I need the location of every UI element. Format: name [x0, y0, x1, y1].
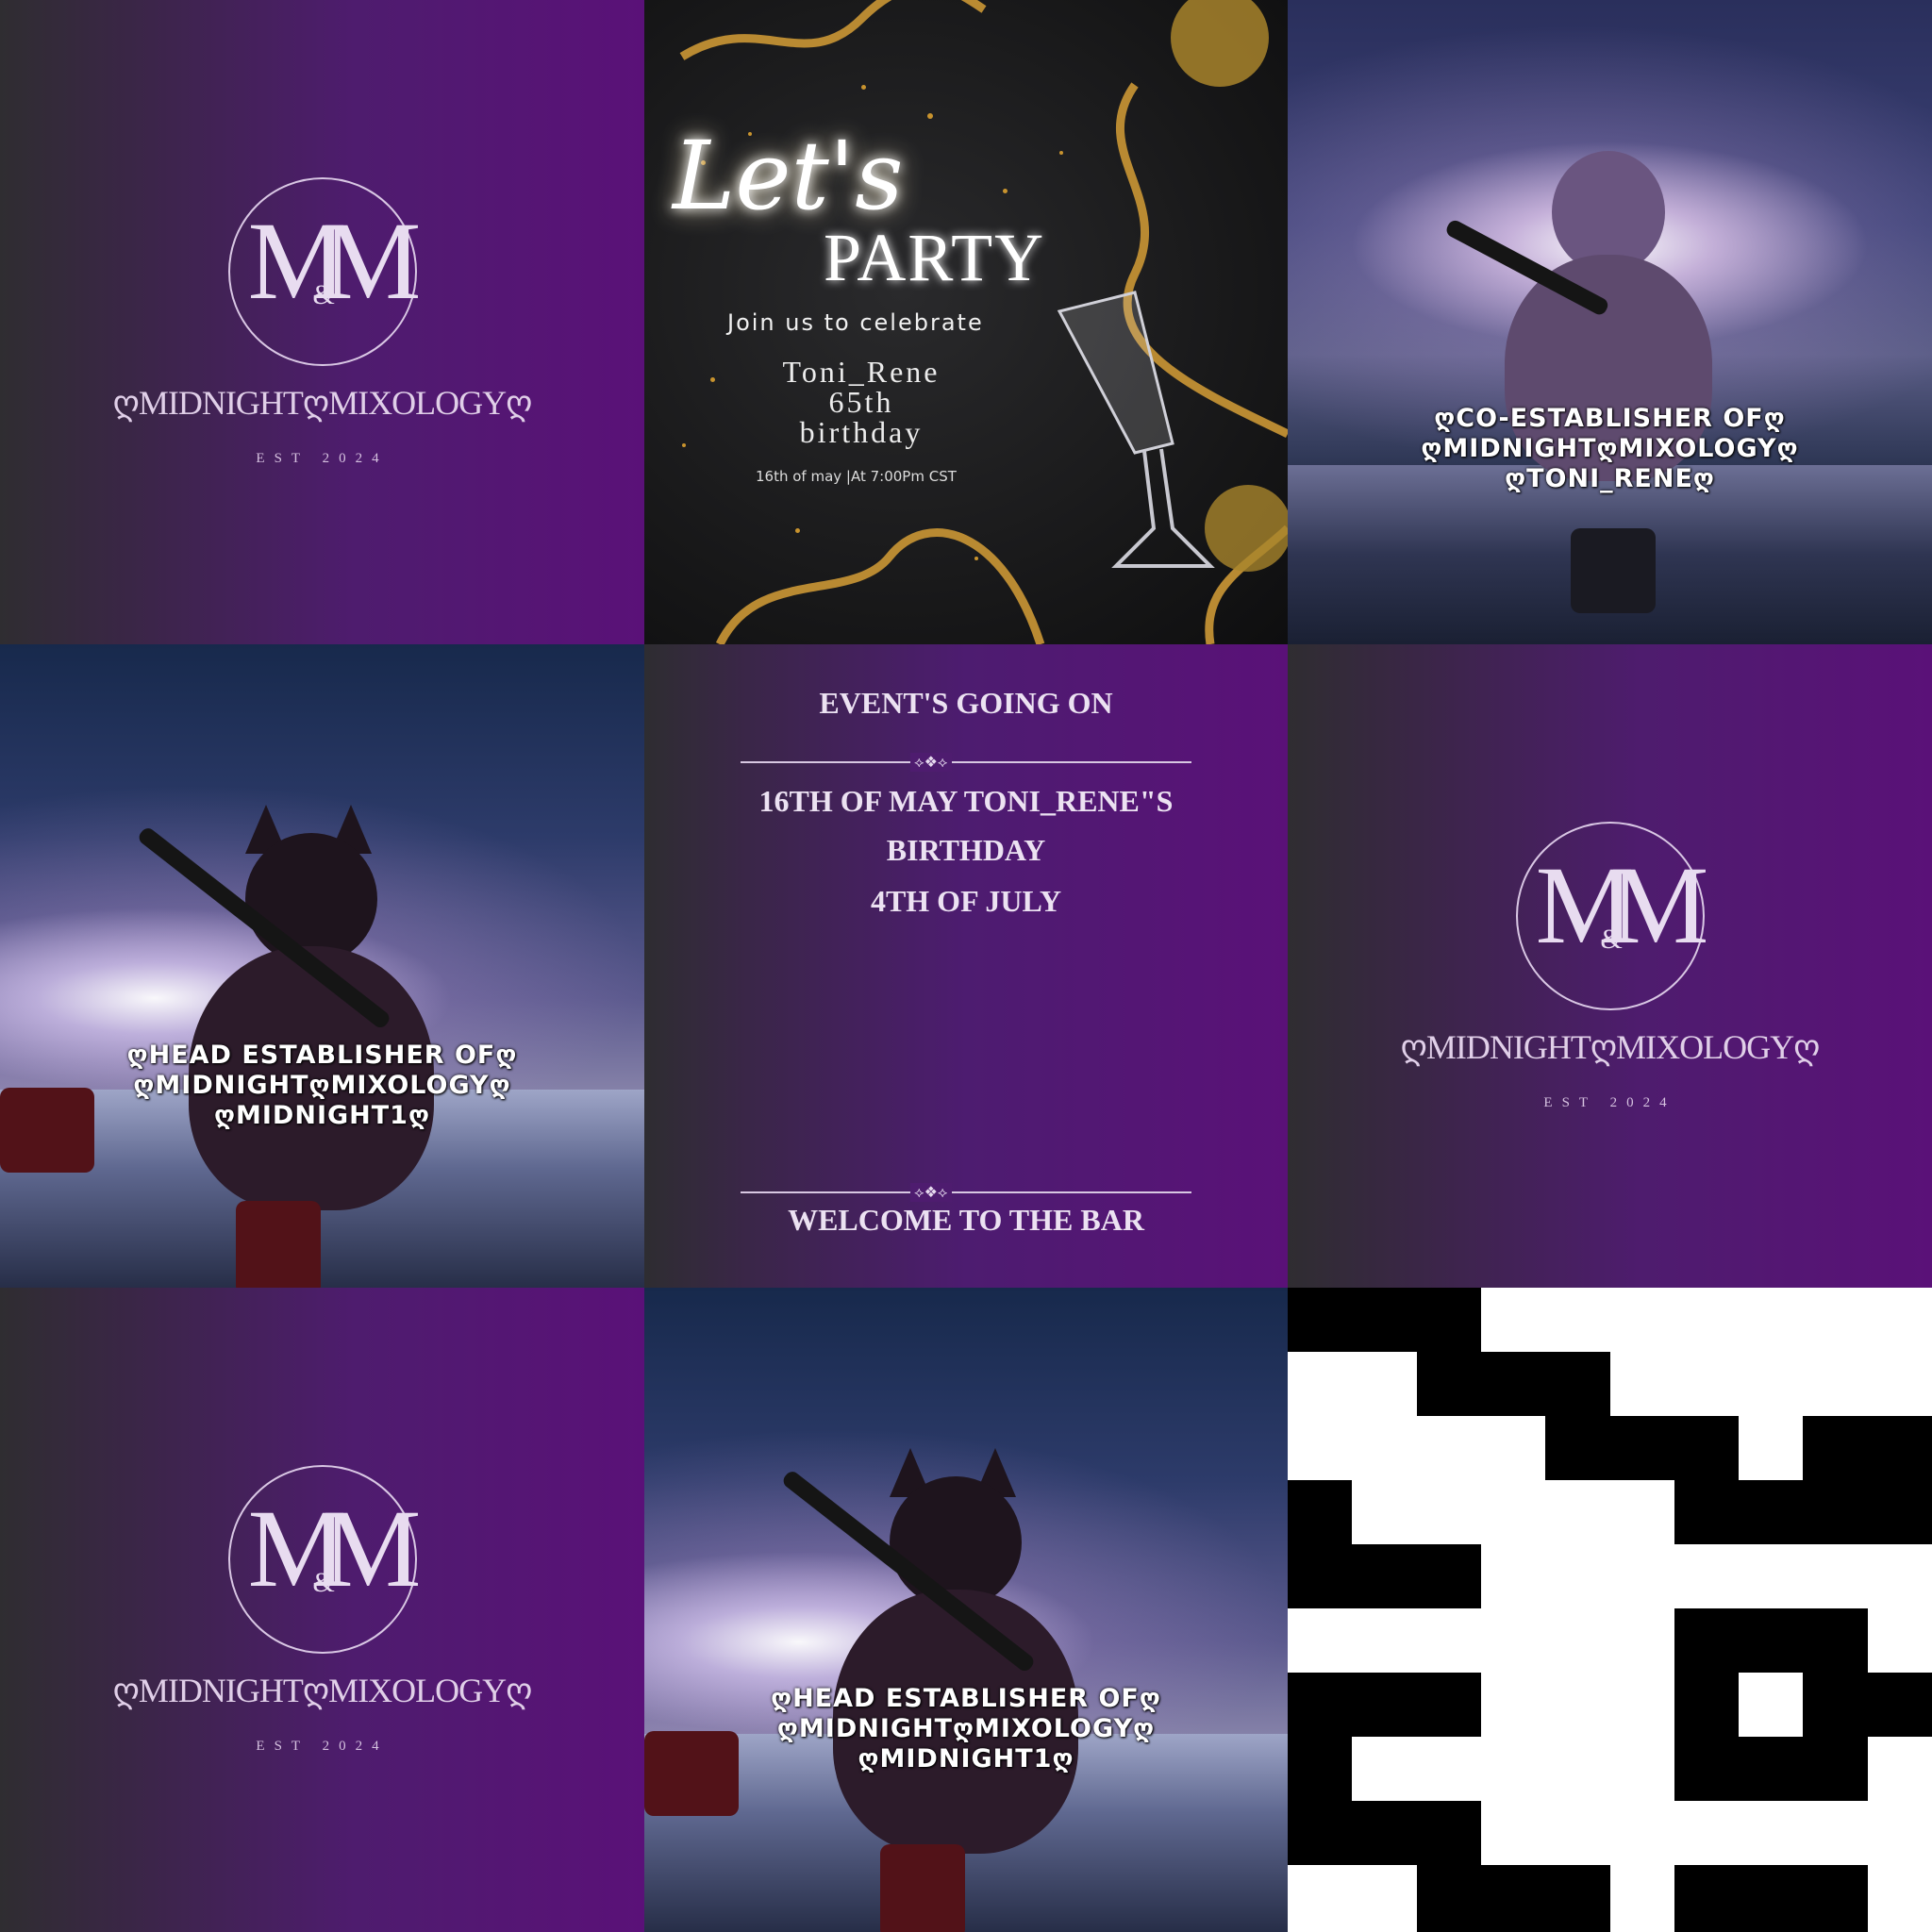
caption-line-2: ღMIDNIGHTღMIXOLOGYღ	[1421, 434, 1799, 463]
party-date-time: 16th of may |At 7:00Pm CST	[756, 468, 957, 485]
logo-circle: MM &	[227, 1465, 421, 1654]
logo-ampersand: &	[1600, 924, 1623, 955]
brand-est: EST 2024	[1543, 1095, 1676, 1110]
gold-sparkle	[861, 85, 866, 90]
gold-sparkle	[1059, 151, 1063, 155]
co-establisher-tile: ღCO-ESTABLISHER OFღ ღMIDNIGHTღMIXOLOGYღ …	[1288, 0, 1932, 644]
event-line-3: 4TH OF JULY	[870, 884, 1062, 918]
pattern-block	[1288, 1801, 1481, 1865]
caption-line-3: ღMIDNIGHT1ღ	[858, 1744, 1074, 1774]
party-title: PARTY	[824, 220, 1046, 295]
event-line-2: BIRTHDAY	[886, 833, 1046, 867]
brand-logo: MM & ღMIDNIGHTღMIXOLOGYღ EST 2024	[0, 177, 644, 467]
gold-sparkle	[682, 443, 686, 447]
gold-sparkle	[1003, 189, 1008, 193]
brand-name: ღMIDNIGHTღMIXOLOGYღ	[112, 384, 533, 422]
brand-logo: MM & ღMIDNIGHTღMIXOLOGYღ EST 2024	[1288, 822, 1932, 1111]
lets-script-title: Let's	[673, 121, 904, 231]
honoree-block: Toni_Rene 65th birthday	[720, 357, 1003, 447]
ornament-divider-top: ⟡❖⟡	[741, 753, 1191, 772]
caption-line-2: ღMIDNIGHTღMIXOLOGYღ	[133, 1071, 511, 1100]
pattern-block	[1803, 1416, 1932, 1480]
head-establisher-tile-bottom: ღHEAD ESTABLISHER OFღ ღMIDNIGHTღMIXOLOGY…	[644, 1288, 1288, 1932]
logo-circle: MM &	[227, 177, 421, 366]
gold-sparkle	[710, 377, 715, 382]
head-establisher-caption-left: ღHEAD ESTABLISHER OFღ ღMIDNIGHTღMIXOLOGY…	[0, 1041, 644, 1131]
event-line-1: 16TH OF MAY TONI_RENE"S	[758, 784, 1174, 818]
events-tile: EVENT'S GOING ON ⟡❖⟡ 16TH OF MAY TONI_RE…	[644, 644, 1288, 1288]
avatar-head	[890, 1476, 1022, 1608]
logo-ampersand: &	[312, 279, 335, 310]
pattern-block	[1674, 1865, 1868, 1932]
honoree-age: 65th	[828, 385, 894, 419]
pattern-block	[1545, 1416, 1739, 1480]
avatar-boot	[1571, 528, 1656, 613]
avatar-boot	[880, 1844, 965, 1932]
pattern-block	[1417, 1865, 1610, 1932]
honoree-name: Toni_Rene	[782, 355, 941, 389]
caption-line-1: ღHEAD ESTABLISHER OFღ	[126, 1041, 518, 1070]
ornament-divider-bottom: ⟡❖⟡	[741, 1183, 1191, 1202]
events-title: EVENT'S GOING ON	[819, 686, 1113, 720]
brand-logo: MM & ღMIDNIGHTღMIXOLOGYღ EST 2024	[0, 1465, 644, 1755]
logo-ampersand: &	[312, 1567, 335, 1598]
pattern-block	[1288, 1544, 1481, 1608]
brand-name: ღMIDNIGHTღMIXOLOGYღ	[1400, 1028, 1821, 1066]
gold-sparkle	[927, 113, 933, 119]
image-grid: MM & ღMIDNIGHTღMIXOLOGYღ EST 2024 Let's …	[0, 0, 1932, 1932]
caption-line-3: ღTONI_RENEღ	[1505, 464, 1715, 493]
gold-sparkle	[974, 557, 978, 560]
pattern-block	[1674, 1480, 1932, 1544]
head-establisher-caption-bottom: ღHEAD ESTABLISHER OFღ ღMIDNIGHTღMIXOLOGY…	[644, 1684, 1288, 1774]
honoree-occasion: birthday	[799, 415, 924, 449]
pattern-block	[1674, 1737, 1868, 1801]
pattern-block	[1803, 1673, 1932, 1737]
caption-line-2: ღMIDNIGHTღMIXOLOGYღ	[776, 1714, 1156, 1743]
ornament: ⟡❖⟡	[910, 753, 952, 772]
caption-line-1: ღCO-ESTABLISHER OFღ	[1434, 404, 1786, 433]
ornament: ⟡❖⟡	[910, 1183, 952, 1202]
gold-sparkle	[795, 528, 800, 533]
logo-tile-bottom-left: MM & ღMIDNIGHTღMIXOLOGYღ EST 2024	[0, 1288, 644, 1932]
co-establisher-caption: ღCO-ESTABLISHER OFღ ღMIDNIGHTღMIXOLOGYღ …	[1288, 404, 1932, 494]
brand-est: EST 2024	[256, 451, 389, 466]
block-pattern-tile	[1288, 1288, 1932, 1932]
pattern-block	[1674, 1608, 1868, 1673]
logo-tile-top-left: MM & ღMIDNIGHTღMIXOLOGYღ EST 2024	[0, 0, 644, 644]
caption-line-3: ღMIDNIGHT1ღ	[214, 1101, 430, 1130]
join-us-text: Join us to celebrate	[727, 309, 984, 336]
welcome-footer: WELCOME TO THE BAR	[788, 1203, 1144, 1237]
party-invitation-tile: Let's PARTY Join us to celebrate Toni_Re…	[644, 0, 1288, 644]
brand-name: ღMIDNIGHTღMIXOLOGYღ	[112, 1672, 533, 1709]
logo-circle: MM &	[1515, 822, 1708, 1010]
pattern-block	[1417, 1352, 1610, 1416]
caption-line-1: ღHEAD ESTABLISHER OFღ	[771, 1684, 1161, 1713]
avatar-boot	[236, 1201, 321, 1288]
pattern-block	[1674, 1673, 1739, 1737]
logo-tile-middle-right: MM & ღMIDNIGHTღMIXOLOGYღ EST 2024	[1288, 644, 1932, 1288]
pattern-block	[1288, 1288, 1481, 1352]
brand-est: EST 2024	[256, 1739, 389, 1754]
avatar-head	[245, 833, 377, 965]
pattern-block	[1288, 1673, 1481, 1737]
avatar-figure	[1443, 151, 1750, 623]
head-establisher-tile-left: ღHEAD ESTABLISHER OFღ ღMIDNIGHTღMIXOLOGY…	[0, 644, 644, 1288]
